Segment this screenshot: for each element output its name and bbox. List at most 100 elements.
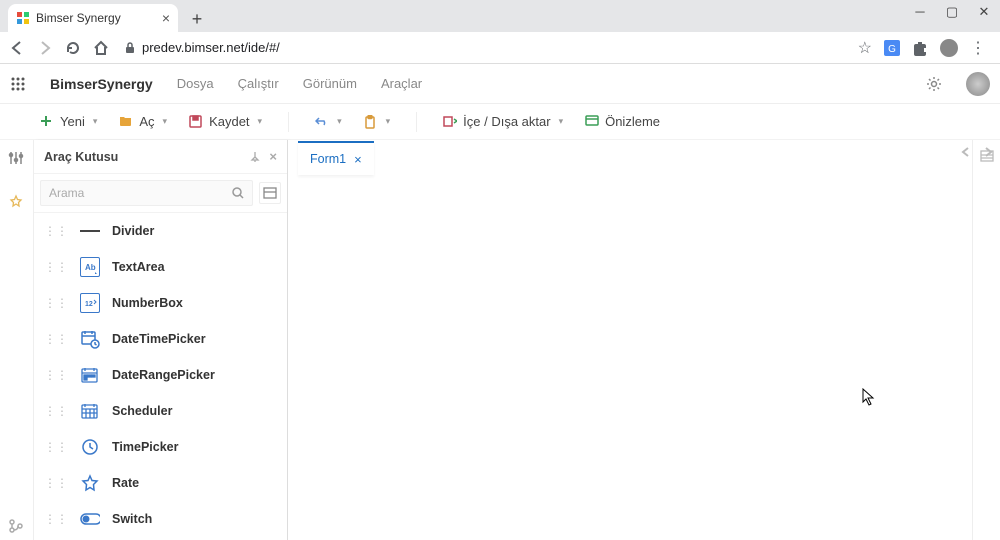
- url-box[interactable]: predev.bimser.net/ide/#/: [120, 40, 848, 55]
- tool-label: TimePicker: [112, 440, 178, 454]
- extensions-icon[interactable]: [912, 40, 928, 56]
- settings-gear-icon[interactable]: [926, 76, 942, 92]
- panel-toggle-icon[interactable]: [980, 150, 994, 162]
- caret-down-icon: ▾: [337, 116, 342, 127]
- clipboard-icon: [364, 115, 378, 129]
- tool-label: Rate: [112, 476, 139, 490]
- tool-rate[interactable]: ⋮⋮ Rate: [34, 465, 287, 501]
- user-avatar[interactable]: [966, 72, 990, 96]
- tool-label: NumberBox: [112, 296, 183, 310]
- grip-icon: ⋮⋮: [44, 260, 68, 274]
- tab-prev-button[interactable]: [960, 146, 972, 158]
- save-icon: [189, 115, 203, 129]
- browser-tab-strip: Bimser Synergy × + ─ ▢ ✕: [0, 0, 1000, 32]
- tool-datetimepicker[interactable]: ⋮⋮ DateTimePicker: [34, 321, 287, 357]
- close-sidebar-icon[interactable]: ×: [269, 149, 277, 164]
- tool-divider[interactable]: ⋮⋮ Divider: [34, 213, 287, 249]
- adjust-icon[interactable]: [8, 150, 26, 168]
- save-label: Kaydet: [209, 114, 249, 129]
- back-button[interactable]: [8, 39, 26, 57]
- tool-label: Scheduler: [112, 404, 172, 418]
- import-export-button[interactable]: İçe / Dışa aktar ▾: [443, 114, 563, 129]
- bookmark-star-icon[interactable]: ☆: [858, 38, 872, 58]
- lock-icon: [124, 42, 136, 54]
- maximize-button[interactable]: ▢: [942, 4, 962, 20]
- paste-button[interactable]: ▾: [364, 115, 391, 129]
- switch-icon: [80, 509, 100, 529]
- caret-down-icon: ▾: [258, 116, 263, 127]
- plus-icon: [40, 115, 54, 129]
- close-window-button[interactable]: ✕: [974, 4, 994, 20]
- scheduler-icon: [80, 401, 100, 421]
- undo-button[interactable]: ▾: [315, 115, 342, 129]
- datetime-icon: [80, 329, 100, 349]
- menu-tools[interactable]: Araçlar: [381, 76, 422, 91]
- tool-label: TextArea: [112, 260, 165, 274]
- open-button[interactable]: Aç ▾: [119, 114, 167, 129]
- import-export-icon: [443, 115, 457, 129]
- close-form-tab-icon[interactable]: ×: [354, 152, 362, 167]
- caret-down-icon: ▾: [559, 116, 564, 127]
- tool-scheduler[interactable]: ⋮⋮ Scheduler: [34, 393, 287, 429]
- home-button[interactable]: [92, 39, 110, 57]
- translate-extension-icon[interactable]: G: [884, 40, 900, 56]
- minimize-button[interactable]: ─: [910, 4, 930, 20]
- brand-title[interactable]: BimserSynergy: [50, 76, 153, 92]
- divider-icon: [80, 221, 100, 241]
- tool-timepicker[interactable]: ⋮⋮ TimePicker: [34, 429, 287, 465]
- save-button[interactable]: Kaydet ▾: [189, 114, 262, 129]
- grip-icon: ⋮⋮: [44, 512, 68, 526]
- close-tab-icon[interactable]: ×: [162, 10, 170, 26]
- caret-down-icon: ▾: [163, 116, 168, 127]
- tool-switch[interactable]: ⋮⋮ Switch: [34, 501, 287, 537]
- toolbar: Yeni ▾ Aç ▾ Kaydet ▾ ▾ ▾ İçe / Dışa akta…: [0, 104, 1000, 140]
- new-tab-button[interactable]: +: [184, 6, 210, 32]
- menu-view[interactable]: Görünüm: [303, 76, 357, 91]
- caret-down-icon: ▾: [93, 116, 98, 127]
- svg-text:G: G: [888, 44, 896, 55]
- chrome-menu-icon[interactable]: ⋮: [970, 38, 986, 58]
- toolbox-header: Araç Kutusu ×: [34, 140, 287, 174]
- app-menu-bar: BimserSynergy Dosya Çalıştır Görünüm Ara…: [0, 64, 1000, 104]
- canvas-area: Form1 ×: [288, 140, 1000, 540]
- star-outline-icon[interactable]: [8, 194, 26, 212]
- window-controls: ─ ▢ ✕: [910, 4, 994, 20]
- search-icon: [232, 187, 244, 199]
- reload-button[interactable]: [64, 39, 82, 57]
- clock-icon: [80, 437, 100, 457]
- textarea-icon: Ab: [80, 257, 100, 277]
- grip-icon: ⋮⋮: [44, 404, 68, 418]
- browser-tab[interactable]: Bimser Synergy ×: [8, 4, 178, 32]
- apps-grid-icon[interactable]: [10, 76, 26, 92]
- toolbox-search-input[interactable]: Arama: [40, 180, 253, 206]
- form-tab[interactable]: Form1 ×: [298, 141, 374, 175]
- new-button[interactable]: Yeni ▾: [40, 114, 97, 129]
- tool-list: ⋮⋮ Divider ⋮⋮ Ab TextArea ⋮⋮ 12 NumberBo…: [34, 213, 287, 540]
- canvas-right-rail: [972, 140, 1000, 540]
- star-icon: [80, 473, 100, 493]
- pin-icon[interactable]: [249, 151, 261, 163]
- left-rail: [0, 140, 34, 540]
- toolbox-sidebar: Araç Kutusu × Arama ⋮⋮ Divider ⋮⋮ Ab Tex…: [34, 140, 288, 540]
- tool-numberbox[interactable]: ⋮⋮ 12 NumberBox: [34, 285, 287, 321]
- svg-text:Ab: Ab: [85, 263, 96, 272]
- grip-icon: ⋮⋮: [44, 368, 68, 382]
- open-label: Aç: [139, 114, 154, 129]
- url-text: predev.bimser.net/ide/#/: [142, 40, 280, 55]
- preview-button[interactable]: Önizleme: [585, 114, 660, 129]
- menu-file[interactable]: Dosya: [177, 76, 214, 91]
- branch-icon[interactable]: [8, 518, 24, 534]
- svg-text:12: 12: [85, 301, 93, 308]
- collapse-all-button[interactable]: [259, 182, 281, 204]
- daterange-icon: [80, 365, 100, 385]
- cursor-icon: [862, 388, 876, 406]
- forward-button[interactable]: [36, 39, 54, 57]
- preview-icon: [585, 115, 599, 129]
- profile-avatar-icon[interactable]: [940, 39, 958, 57]
- menu-run[interactable]: Çalıştır: [238, 76, 279, 91]
- tool-label: Switch: [112, 512, 152, 526]
- tool-daterangepicker[interactable]: ⋮⋮ DateRangePicker: [34, 357, 287, 393]
- main-area: Araç Kutusu × Arama ⋮⋮ Divider ⋮⋮ Ab Tex…: [0, 140, 1000, 540]
- favicon-icon: [16, 11, 30, 25]
- tool-textarea[interactable]: ⋮⋮ Ab TextArea: [34, 249, 287, 285]
